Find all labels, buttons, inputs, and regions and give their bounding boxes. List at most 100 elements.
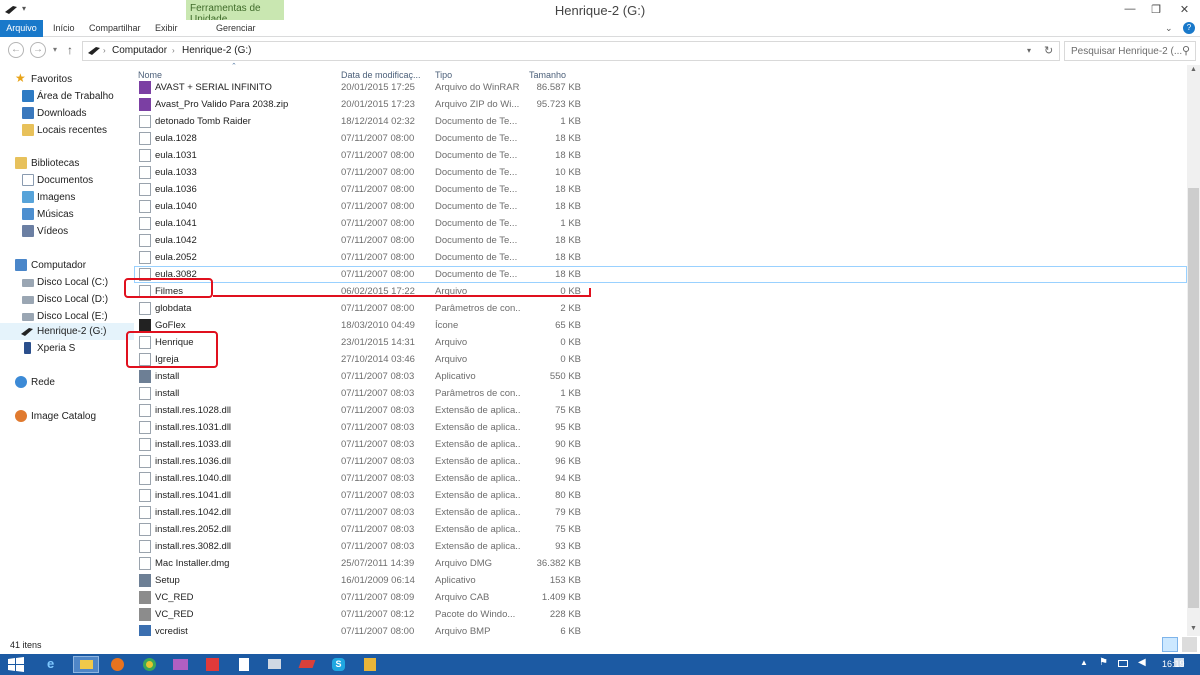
- table-row[interactable]: GoFlex 18/03/2010 04:49 Ícone 65 KB: [134, 317, 1187, 334]
- file-list: ⌃ Nome Data de modificaç... Tipo Tamanho…: [134, 63, 1187, 638]
- table-row[interactable]: eula.1042 07/11/2007 08:00 Documento de Te…: [134, 232, 1187, 249]
- nav-documentos[interactable]: Documentos: [0, 172, 134, 189]
- table-row[interactable]: install.res.1042.dll 07/11/2007 08:03 Exte…: [134, 504, 1187, 521]
- vertical-scrollbar[interactable]: ▲ ▼: [1187, 65, 1200, 636]
- file-name: eula.3082: [155, 269, 197, 280]
- table-row[interactable]: install.res.1036.dll 07/11/2007 08:03 Exte…: [134, 453, 1187, 470]
- tray-battery-icon[interactable]: [1118, 660, 1128, 667]
- tray-flag-icon[interactable]: ⚑: [1099, 657, 1108, 668]
- table-row[interactable]: eula.1033 07/11/2007 08:00 Documento de Te…: [134, 164, 1187, 181]
- table-row[interactable]: install.res.1028.dll 07/11/2007 08:03 Exte…: [134, 402, 1187, 419]
- nav-favoritos[interactable]: ★ Favoritos: [0, 71, 134, 88]
- taskbar-app-lock[interactable]: [357, 656, 383, 673]
- minimize-button[interactable]: —: [1117, 0, 1143, 20]
- table-row[interactable]: install.res.1031.dll 07/11/2007 08:03 Exte…: [134, 419, 1187, 436]
- table-row[interactable]: eula.3082 07/11/2007 08:00 Documento de Te…: [134, 266, 1187, 283]
- nav-rede[interactable]: Rede: [0, 374, 134, 391]
- refresh-icon[interactable]: ↻: [1044, 44, 1053, 57]
- nav-computador[interactable]: Computador: [0, 257, 134, 274]
- scroll-down-icon[interactable]: ▼: [1190, 625, 1197, 632]
- scroll-up-icon[interactable]: ▲: [1190, 66, 1197, 73]
- forward-button[interactable]: →: [30, 42, 46, 58]
- table-row[interactable]: install.res.1033.dll 07/11/2007 08:03 Exte…: [134, 436, 1187, 453]
- taskbar-clock-visible[interactable]: 16:19: [1162, 659, 1185, 669]
- file-size: 18 KB: [555, 133, 581, 144]
- table-row[interactable]: install.res.2052.dll 07/11/2007 08:03 Exte…: [134, 521, 1187, 538]
- breadcrumb-computador[interactable]: Computador: [112, 45, 167, 56]
- search-icon[interactable]: ⚲: [1182, 44, 1190, 57]
- taskbar-chrome[interactable]: [137, 656, 163, 673]
- file-size: 96 KB: [555, 456, 581, 467]
- tray-volume-icon[interactable]: ◀: [1138, 657, 1146, 668]
- start-button[interactable]: [8, 657, 24, 672]
- table-row[interactable]: Igreja 27/10/2014 03:46 Arquivo 0 KB: [134, 351, 1187, 368]
- table-row[interactable]: detonado Tomb Raider 18/12/2014 02:32 Docu…: [134, 113, 1187, 130]
- table-row[interactable]: Filmes 06/02/2015 17:22 Arquivo 0 KB: [134, 283, 1187, 300]
- recent-locations-chevron-icon[interactable]: ▾: [53, 45, 57, 54]
- up-button[interactable]: ↑: [67, 43, 73, 57]
- taskbar-document[interactable]: [231, 656, 257, 673]
- address-bar[interactable]: › Computador › Henrique-2 (G:) ▾ ↻: [82, 41, 1060, 61]
- search-input[interactable]: Pesquisar Henrique-2 (... ⚲: [1064, 41, 1196, 61]
- taskbar-skype[interactable]: S: [326, 656, 352, 673]
- table-row[interactable]: eula.1036 07/11/2007 08:00 Documento de Te…: [134, 181, 1187, 198]
- taskbar-app-red[interactable]: [200, 656, 226, 673]
- tab-arquivo[interactable]: Arquivo: [0, 20, 43, 37]
- taskbar-airline-app[interactable]: [294, 656, 320, 673]
- details-view-icon[interactable]: [1162, 637, 1178, 652]
- nav-image-catalog[interactable]: Image Catalog: [0, 408, 134, 425]
- nav-videos[interactable]: Vídeos: [0, 223, 134, 240]
- table-row[interactable]: Henrique 23/01/2015 14:31 Arquivo 0 KB: [134, 334, 1187, 351]
- breadcrumb-henrique2[interactable]: Henrique-2 (G:): [182, 45, 251, 56]
- address-dropdown-icon[interactable]: ▾: [1027, 46, 1031, 55]
- scrollbar-thumb[interactable]: [1188, 188, 1199, 608]
- taskbar-firefox[interactable]: [105, 656, 131, 673]
- large-icons-view-icon[interactable]: [1182, 637, 1197, 652]
- nav-henrique2[interactable]: Henrique-2 (G:): [0, 323, 134, 340]
- tab-compartilhar[interactable]: Compartilhar: [89, 20, 141, 37]
- maximize-button[interactable]: ❐: [1143, 0, 1169, 20]
- file-name: install.res.1041.dll: [155, 490, 232, 501]
- table-row[interactable]: globdata 07/11/2007 08:00 Parâmetros de co…: [134, 300, 1187, 317]
- table-row[interactable]: eula.1041 07/11/2007 08:00 Documento de Te…: [134, 215, 1187, 232]
- nav-locais-recentes[interactable]: Locais recentes: [0, 122, 134, 139]
- table-row[interactable]: eula.1028 07/11/2007 08:00 Documento de Te…: [134, 130, 1187, 147]
- table-row[interactable]: install.res.3082.dll 07/11/2007 08:03 Exte…: [134, 538, 1187, 555]
- table-row[interactable]: Setup 16/01/2009 06:14 Aplicativo 153 KB: [134, 572, 1187, 589]
- table-row[interactable]: install.res.1041.dll 07/11/2007 08:03 Exte…: [134, 487, 1187, 504]
- nav-disco-d[interactable]: Disco Local (D:): [0, 291, 134, 308]
- tab-inicio[interactable]: Início: [53, 20, 75, 37]
- table-row[interactable]: Avast_Pro Valido Para 2038.zip 20/01/2015…: [134, 96, 1187, 113]
- nav-musicas[interactable]: Músicas: [0, 206, 134, 223]
- nav-area-de-trabalho[interactable]: Área de Trabalho: [0, 88, 134, 105]
- table-row[interactable]: eula.2052 07/11/2007 08:00 Documento de Te…: [134, 249, 1187, 266]
- table-row[interactable]: Mac Installer.dmg 25/07/2011 14:39 Arquivo…: [134, 555, 1187, 572]
- nav-downloads[interactable]: Downloads: [0, 105, 134, 122]
- file-date: 07/11/2007 08:09: [341, 592, 415, 603]
- table-row[interactable]: install.res.1040.dll 07/11/2007 08:03 Exte…: [134, 470, 1187, 487]
- table-row[interactable]: VC_RED 07/11/2007 08:12 Pacote do Windo...…: [134, 606, 1187, 623]
- table-row[interactable]: install 07/11/2007 08:03 Parâmetros de con…: [134, 385, 1187, 402]
- back-button[interactable]: ←: [8, 42, 24, 58]
- table-row[interactable]: eula.1031 07/11/2007 08:00 Documento de Te…: [134, 147, 1187, 164]
- help-icon[interactable]: ?: [1183, 22, 1195, 34]
- close-button[interactable]: ✕: [1169, 0, 1200, 20]
- table-row[interactable]: install 07/11/2007 08:03 Aplicativo 550 KB: [134, 368, 1187, 385]
- table-row[interactable]: VC_RED 07/11/2007 08:09 Arquivo CAB 1.409 K…: [134, 589, 1187, 606]
- ribbon-collapse-icon[interactable]: ⌄: [1165, 23, 1173, 34]
- tab-exibir[interactable]: Exibir: [155, 20, 178, 37]
- nav-xperia[interactable]: Xperia S: [0, 340, 134, 357]
- file-size: 153 KB: [549, 575, 581, 586]
- nav-imagens[interactable]: Imagens: [0, 189, 134, 206]
- taskbar-mail[interactable]: [168, 656, 194, 673]
- tab-gerenciar[interactable]: Gerenciar: [216, 20, 256, 37]
- taskbar-network-app[interactable]: [262, 656, 288, 673]
- nav-bibliotecas[interactable]: Bibliotecas: [0, 155, 134, 172]
- table-row[interactable]: eula.1040 07/11/2007 08:00 Documento de Te…: [134, 198, 1187, 215]
- nav-disco-c[interactable]: Disco Local (C:): [0, 274, 134, 291]
- tray-expand-icon[interactable]: ▲: [1080, 658, 1088, 667]
- file-name: VC_RED: [155, 609, 194, 620]
- table-row[interactable]: AVAST + SERIAL INFINITO 20/01/2015 17:25 A…: [134, 79, 1187, 96]
- taskbar-file-explorer[interactable]: [73, 656, 99, 673]
- taskbar-internet-explorer[interactable]: e: [41, 656, 67, 673]
